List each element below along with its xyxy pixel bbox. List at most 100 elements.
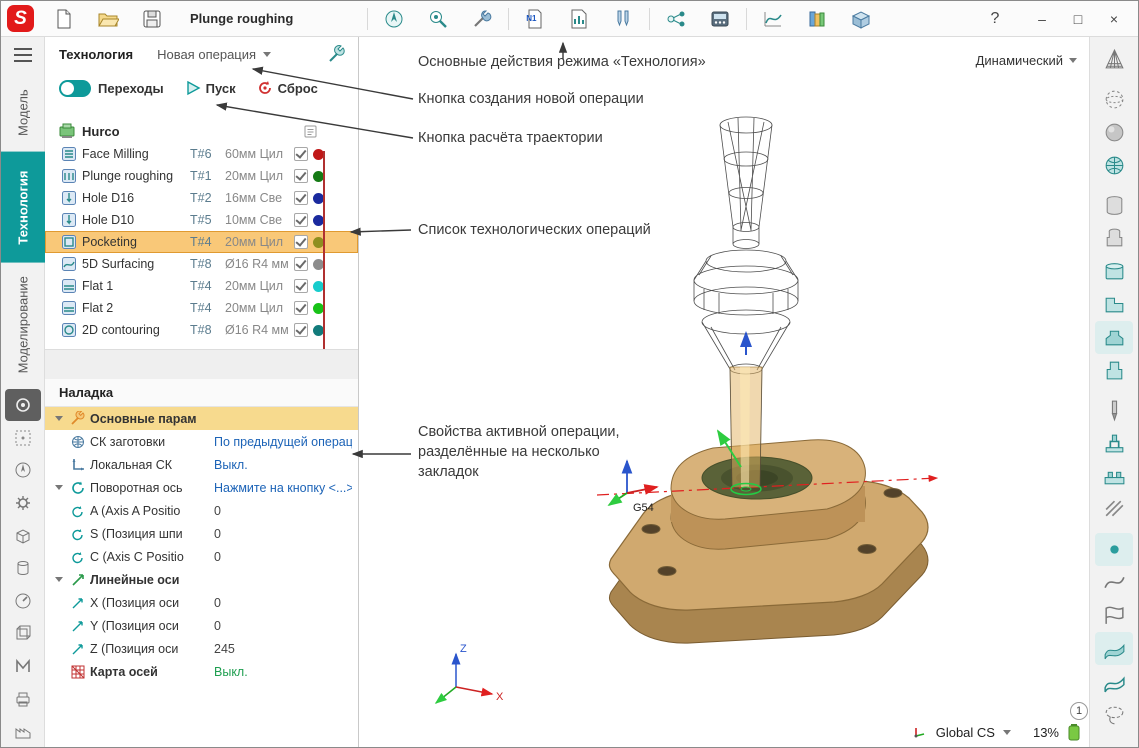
prism-tool-button[interactable] — [5, 520, 41, 552]
property-value[interactable]: 0 — [214, 550, 352, 564]
gcode-button[interactable]: N1 — [513, 4, 557, 34]
property-row[interactable]: C (Axis C Positio 0 — [45, 545, 358, 568]
settings-button[interactable] — [5, 487, 41, 519]
machine-panel-button[interactable] — [698, 4, 742, 34]
minimize-button[interactable]: – — [1024, 4, 1060, 34]
operation-row[interactable]: Flat 1 T#4 20мм Цил — [45, 275, 358, 297]
viewport-3d[interactable]: G54 — [359, 37, 1091, 748]
property-value[interactable]: Выкл. — [214, 665, 352, 679]
property-value[interactable]: Выкл. — [214, 458, 352, 472]
gauge-tool-button[interactable] — [5, 585, 41, 617]
chevron-down-icon[interactable] — [55, 485, 63, 490]
save-button[interactable] — [130, 4, 174, 34]
surface-select-button[interactable] — [1095, 632, 1133, 665]
operation-row[interactable]: 5D Surfacing T#8 Ø16 R4 мм — [45, 253, 358, 275]
tab-modeling[interactable]: Моделирование — [1, 262, 45, 388]
operation-row[interactable]: Face Milling T#6 60мм Цил — [45, 143, 358, 165]
calculate-all-button[interactable] — [372, 4, 416, 34]
operation-row[interactable]: Hole D16 T#2 16мм Све — [45, 187, 358, 209]
property-value[interactable]: 245 — [214, 642, 352, 656]
property-value[interactable]: 0 — [214, 527, 352, 541]
view-mode-dropdown[interactable]: Динамический — [976, 53, 1077, 68]
reset-button[interactable]: Сброс — [257, 80, 318, 96]
property-value[interactable]: 0 — [214, 504, 352, 518]
operation-checkbox[interactable] — [294, 169, 308, 183]
operation-checkbox[interactable] — [294, 301, 308, 315]
edge-select-button[interactable] — [1095, 599, 1133, 632]
operation-checkbox[interactable] — [294, 257, 308, 271]
face-select-button[interactable] — [1095, 665, 1133, 698]
transitions-toggle[interactable] — [59, 80, 91, 97]
operation-checkbox[interactable] — [294, 323, 308, 337]
property-row[interactable]: Z (Позиция оси 245 — [45, 637, 358, 660]
clamp-button[interactable] — [1095, 427, 1133, 460]
toolpath-info-button[interactable] — [557, 4, 601, 34]
curve-select-button[interactable] — [1095, 566, 1133, 599]
stock-cylinder-button[interactable] — [1095, 189, 1133, 222]
operation-row[interactable]: 2D contouring T#8 Ø16 R4 мм — [45, 319, 358, 341]
plotter-tool-button[interactable] — [5, 683, 41, 715]
operation-checkbox[interactable] — [294, 191, 308, 205]
grid-snap-button[interactable] — [5, 422, 41, 454]
stock-profile-button[interactable] — [1095, 321, 1133, 354]
stock-step-cylinder-button[interactable] — [1095, 222, 1133, 255]
property-value[interactable]: 0 — [214, 619, 352, 633]
property-row[interactable]: X (Позиция оси 0 — [45, 591, 358, 614]
chevron-down-icon[interactable] — [55, 416, 63, 421]
operation-row[interactable]: Flat 2 T#4 20мм Цил — [45, 297, 358, 319]
new-operation-dropdown[interactable]: Новая операция — [157, 47, 271, 62]
drill-tool-button[interactable] — [1095, 394, 1133, 427]
point-view-button[interactable] — [1095, 83, 1133, 116]
notes-icon[interactable] — [303, 124, 318, 139]
main-menu-button[interactable] — [1, 37, 45, 73]
chevron-down-icon[interactable] — [55, 577, 63, 582]
chevron-down-icon[interactable] — [1003, 730, 1011, 735]
cube-tool-button[interactable] — [5, 618, 41, 650]
new-document-button[interactable] — [42, 4, 86, 34]
maximize-button[interactable]: □ — [1060, 4, 1096, 34]
operation-row[interactable]: Hole D10 T#5 10мм Све — [45, 209, 358, 231]
property-row[interactable]: СК заготовки По предыдущей операц — [45, 430, 358, 453]
measure-tool-button[interactable] — [5, 650, 41, 682]
machine-shop-button[interactable] — [5, 715, 41, 747]
property-row-linear-axes[interactable]: Линейные оси — [45, 568, 358, 591]
operation-checkbox[interactable] — [294, 213, 308, 227]
probe-button[interactable] — [416, 4, 460, 34]
property-row-main-params[interactable]: Основные парам — [45, 407, 358, 430]
stock-box-button[interactable] — [1095, 255, 1133, 288]
lasso-select-button[interactable] — [1095, 698, 1133, 731]
open-file-button[interactable] — [86, 4, 130, 34]
stock-half-button[interactable] — [1095, 288, 1133, 321]
library-button[interactable] — [795, 4, 839, 34]
page-badge[interactable]: 1 — [1070, 702, 1088, 720]
help-button[interactable]: ? — [980, 10, 1010, 28]
shaded-view-button[interactable] — [1095, 116, 1133, 149]
stock-narrow-button[interactable] — [1095, 354, 1133, 387]
property-row[interactable]: A (Axis A Positio 0 — [45, 499, 358, 522]
selection-mode-button[interactable] — [5, 389, 41, 421]
property-row[interactable]: S (Позиция шпи 0 — [45, 522, 358, 545]
cs-selector[interactable]: Global CS — [936, 725, 995, 740]
operation-checkbox[interactable] — [294, 235, 308, 249]
point-select-button[interactable] — [1095, 533, 1133, 566]
operation-settings-button[interactable] — [326, 43, 348, 65]
operation-checkbox[interactable] — [294, 147, 308, 161]
close-button[interactable]: × — [1096, 4, 1132, 34]
export-button[interactable] — [839, 4, 883, 34]
tab-technology[interactable]: Технология — [1, 152, 45, 263]
hatch-button[interactable] — [1095, 493, 1133, 526]
wireframe-view-button[interactable] — [1095, 43, 1133, 76]
property-row-rotary-axis[interactable]: Поворотная ось Нажмите на кнопку <...> — [45, 476, 358, 499]
graph-button[interactable] — [751, 4, 795, 34]
tool-setup-button[interactable] — [460, 4, 504, 34]
property-value[interactable]: Нажмите на кнопку <...> — [214, 481, 352, 495]
property-row[interactable]: Локальная СК Выкл. — [45, 453, 358, 476]
property-row[interactable]: Y (Позиция оси 0 — [45, 614, 358, 637]
compass-tool-button[interactable] — [5, 455, 41, 487]
operation-checkbox[interactable] — [294, 279, 308, 293]
vise-button[interactable] — [1095, 460, 1133, 493]
connection-button[interactable] — [654, 4, 698, 34]
tab-model[interactable]: Модель — [1, 73, 45, 152]
property-value[interactable]: По предыдущей операц — [214, 435, 352, 449]
run-button[interactable]: Пуск — [185, 80, 236, 96]
